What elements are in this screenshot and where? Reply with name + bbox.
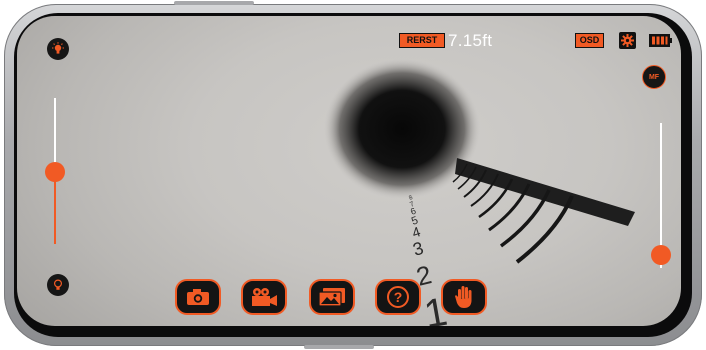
mf-focus-button[interactable]: MF (642, 65, 666, 89)
camera-view: 1 2 3 4 5 6 7 8 RERST 7.15ft OSD MF ? (17, 16, 681, 326)
tape-number: 3 (411, 238, 426, 260)
hand-icon (455, 286, 472, 308)
light-bulb-off-icon[interactable] (47, 274, 69, 296)
hand-button[interactable] (441, 279, 487, 315)
gallery-icon (318, 288, 345, 307)
zoom-slider-handle[interactable] (651, 245, 671, 265)
battery-icon (649, 34, 673, 52)
camera-icon (187, 289, 209, 305)
distance-readout: 7.15ft (448, 31, 493, 50)
help-label: ? (393, 289, 403, 305)
pipe-scene: 1 2 3 4 5 6 7 8 (324, 59, 635, 326)
help-button[interactable]: ? (375, 279, 421, 315)
gear-icon[interactable] (619, 32, 636, 49)
phone-side-button-top (174, 1, 254, 5)
video-button[interactable] (241, 279, 287, 315)
osd-badge[interactable]: OSD (575, 33, 604, 48)
phone-side-button-bottom (304, 345, 374, 349)
rest-badge[interactable]: RERST (399, 33, 445, 48)
brightness-slider-handle[interactable] (45, 162, 65, 182)
video-camera-icon (252, 288, 277, 306)
light-bulb-on-icon[interactable] (47, 38, 69, 60)
camera-button[interactable] (175, 279, 221, 315)
question-icon: ? (387, 286, 409, 308)
gallery-button[interactable] (309, 279, 355, 315)
mf-label: MF (648, 73, 660, 81)
